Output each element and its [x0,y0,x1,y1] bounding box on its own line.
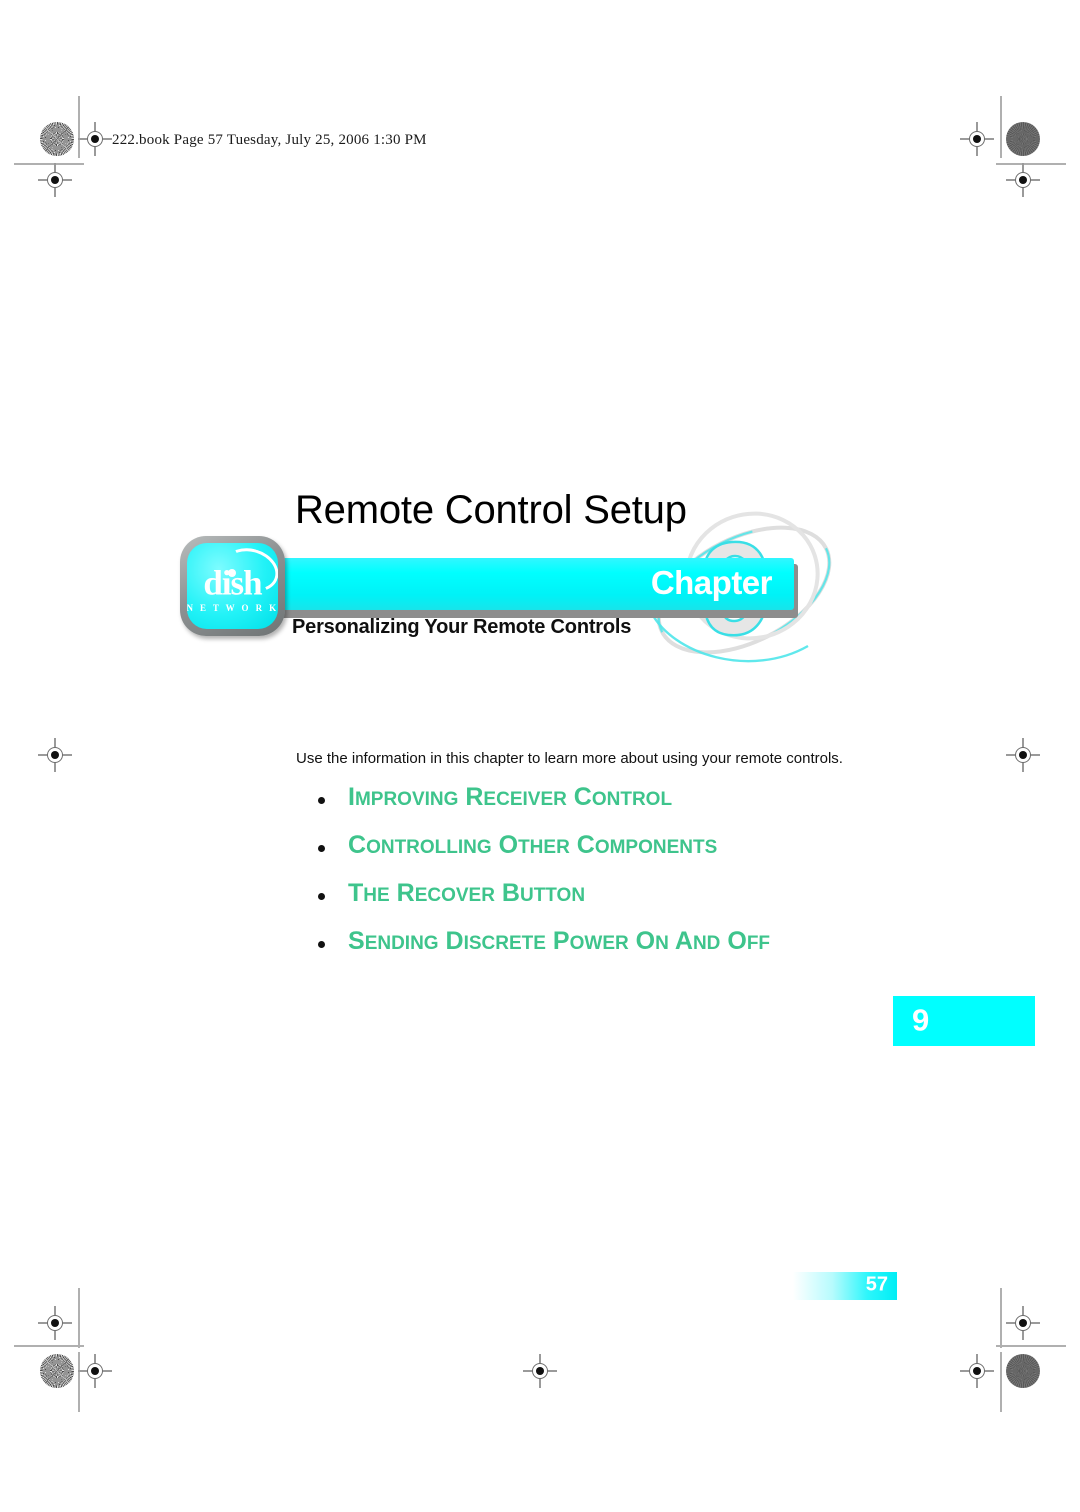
toc-item-label: THE RECOVER BUTTON [348,879,586,907]
trim-line-bottom-left-horizontal [14,1345,84,1347]
halftone-target-bottom-left [40,1354,74,1388]
list-item[interactable]: SENDING DISCRETE POWER ON AND OFF [296,928,916,955]
registration-mark-bottom-right-outer [1006,1306,1040,1340]
chapter-index-number: 9 [912,1002,930,1038]
trim-line-bottom-left-vertical [78,1288,80,1348]
registration-mark-mid-left [38,738,72,772]
page-number-badge: 57 [793,1272,897,1300]
toc-item-label: CONTROLLING OTHER COMPONENTS [348,831,718,859]
logo-wordmark: dish [203,563,262,603]
trim-line-bottom-right-vertical [1000,1288,1002,1348]
registration-mark-bottom-center [523,1354,557,1388]
halftone-target-bottom-right [1006,1354,1040,1388]
halftone-target-top-right [1006,122,1040,156]
chapter-banner-label: Chapter [650,564,773,602]
trim-line-bottom-right-vertical-2 [1000,1352,1002,1412]
halftone-target-top-left [40,122,74,156]
toc-item-label: IMPROVING RECEIVER CONTROL [348,783,673,811]
list-item[interactable]: IMPROVING RECEIVER CONTROL [296,784,916,811]
chapter-contents-list: IMPROVING RECEIVER CONTROL CONTROLLING O… [296,784,916,976]
registration-mark-bottom-left-inner [78,1354,112,1388]
list-item[interactable]: CONTROLLING OTHER COMPONENTS [296,832,916,859]
page-title: Remote Control Setup [295,488,687,532]
trim-line-bottom-right-horizontal [996,1345,1066,1347]
registration-mark-top-right-inner [960,122,994,156]
registration-mark-bottom-right-inner [960,1354,994,1388]
trim-line-top-right-vertical [1000,96,1002,158]
chapter-subtitle: Personalizing Your Remote Controls [292,616,632,638]
toc-item-label: SENDING DISCRETE POWER ON AND OFF [348,927,771,955]
chapter-banner: Chapter [258,558,794,610]
registration-mark-top-left-inner [78,122,112,156]
chapter-heading-block: Remote Control Setup 9 Chapter Personali… [180,488,860,673]
intro-paragraph: Use the information in this chapter to l… [296,750,843,767]
chapter-index-tab: 9 [893,996,1035,1046]
registration-mark-top-left-outer [38,163,72,197]
registration-mark-top-right-outer [1006,163,1040,197]
logo-tagline: N E T W O R K [187,603,278,614]
registration-mark-bottom-left-outer [38,1306,72,1340]
list-item[interactable]: THE RECOVER BUTTON [296,880,916,907]
document-header-slug: 222.book Page 57 Tuesday, July 25, 2006 … [112,132,427,148]
page-number: 57 [865,1273,888,1296]
dish-network-logo: dish N E T W O R K [180,536,285,636]
registration-mark-mid-right [1006,738,1040,772]
